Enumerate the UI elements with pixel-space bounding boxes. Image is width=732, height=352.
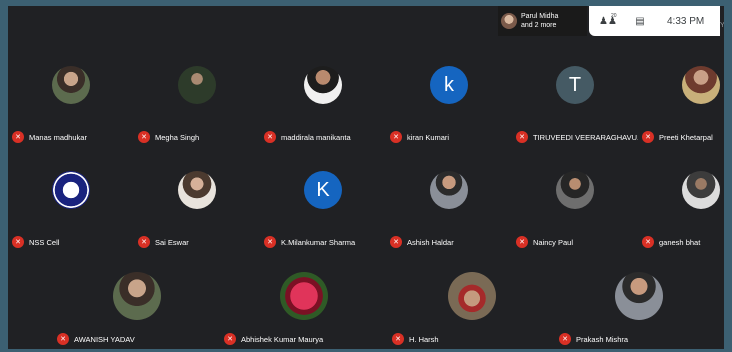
participant-name-row: ✕ Manas madhukar	[12, 131, 87, 143]
participant-name-row: ✕ kiran Kumari	[390, 131, 449, 143]
people-count: 20	[611, 12, 617, 19]
participant-name-row: ✕ NSS Cell	[12, 236, 59, 248]
participant-name-row: ✕ TIRUVEEDI VEERARAGHAVU...	[516, 131, 644, 143]
top-bar: Parul Midha and 2 more ♟♟ 20 ▤ 4:33 PM Y	[498, 6, 724, 40]
participant-name: ganesh bhat	[659, 237, 701, 247]
participant-name: Preeti Khetarpal	[659, 132, 713, 142]
window-frame-left	[0, 0, 8, 352]
mic-off-icon: ✕	[642, 131, 654, 143]
participant-avatar	[430, 171, 468, 209]
participant-avatar	[556, 171, 594, 209]
mic-off-icon: ✕	[264, 131, 276, 143]
mic-off-icon: ✕	[57, 333, 69, 345]
mic-off-icon: ✕	[12, 236, 24, 248]
participant-tile[interactable]: ✕ Preeti Khetarpal	[638, 42, 724, 147]
meeting-grid: Parul Midha and 2 more ♟♟ 20 ▤ 4:33 PM Y…	[8, 6, 724, 349]
participant-avatar	[682, 66, 720, 104]
presenter-chip[interactable]: Parul Midha and 2 more	[498, 6, 587, 36]
participant-avatar	[447, 272, 496, 320]
participant-avatar	[682, 171, 720, 209]
participant-avatar: K	[304, 171, 342, 209]
meeting-controls: ♟♟ 20 ▤ 4:33 PM	[589, 6, 720, 36]
participant-name: Manas madhukar	[29, 132, 87, 142]
participant-name: kiran Kumari	[407, 132, 450, 142]
participant-tile[interactable]: ✕ NSS Cell	[8, 147, 134, 252]
participant-name: Prakash Mishra	[576, 334, 629, 344]
mic-off-icon: ✕	[138, 236, 150, 248]
participant-name-row: ✕ H. Harsh	[392, 333, 439, 345]
participant-avatar	[279, 272, 328, 320]
window-frame-right	[724, 0, 732, 352]
presenter-name: Parul Midha	[521, 13, 559, 20]
participant-avatar	[178, 66, 216, 104]
participant-tile[interactable]: ✕ ganesh bhat	[638, 147, 724, 252]
participant-name: K.Milankumar Sharma	[281, 237, 356, 247]
participant-tile[interactable]: ✕ H. Harsh	[388, 252, 555, 349]
participant-tile[interactable]: ✕ Prakash Mishra	[555, 252, 722, 349]
participant-name: TIRUVEEDI VEERARAGHAVU...	[533, 132, 644, 142]
mic-off-icon: ✕	[138, 131, 150, 143]
participant-name-row: ✕ Megha Singh	[138, 131, 199, 143]
participant-name: Sai Eswar	[155, 237, 189, 247]
participant-name-row: ✕ Naincy Paul	[516, 236, 573, 248]
participant-avatar	[52, 66, 90, 104]
mic-off-icon: ✕	[264, 236, 276, 248]
participant-name: NSS Cell	[29, 237, 60, 247]
participant-name-row: ✕ K.Milankumar Sharma	[264, 236, 355, 248]
participant-avatar	[52, 171, 90, 209]
people-button[interactable]: ♟♟ 20	[595, 12, 621, 27]
participant-avatar	[304, 66, 342, 104]
edge-text: Y	[720, 22, 724, 29]
participant-tile[interactable]: ✕ Naincy Paul	[512, 147, 638, 252]
participant-tile[interactable]: K ✕ K.Milankumar Sharma	[260, 147, 386, 252]
participant-avatar	[112, 272, 161, 320]
participant-name: Naincy Paul	[533, 237, 574, 247]
participant-tile[interactable]: ✕ AWANISH YADAV	[53, 252, 220, 349]
participant-avatar	[178, 171, 216, 209]
participant-name: Megha Singh	[155, 132, 200, 142]
participant-tile[interactable]: ✕ Megha Singh	[134, 42, 260, 147]
participant-avatar	[614, 272, 663, 320]
mic-off-icon: ✕	[559, 333, 571, 345]
participant-tile[interactable]: ✕ Abhishek Kumar Maurya	[220, 252, 387, 349]
clock: 4:33 PM	[667, 15, 705, 27]
mic-off-icon: ✕	[390, 131, 402, 143]
mic-off-icon: ✕	[12, 131, 24, 143]
mic-off-icon: ✕	[516, 131, 528, 143]
mic-off-icon: ✕	[224, 333, 236, 345]
participant-name-row: ✕ maddirala manikanta	[264, 131, 351, 143]
participant-name: maddirala manikanta	[281, 132, 351, 142]
participant-name: Abhishek Kumar Maurya	[241, 334, 324, 344]
participant-name: H. Harsh	[409, 334, 439, 344]
participant-name: AWANISH YADAV	[74, 334, 135, 344]
participant-tile[interactable]: ✕ Ashish Haldar	[386, 147, 512, 252]
chat-button[interactable]: ▤	[629, 16, 651, 27]
mic-off-icon: ✕	[516, 236, 528, 248]
participant-name-row: ✕ Ashish Haldar	[390, 236, 454, 248]
participant-tile[interactable]: ✕ Sai Eswar	[134, 147, 260, 252]
mic-off-icon: ✕	[390, 236, 402, 248]
participant-name-row: ✕ AWANISH YADAV	[57, 333, 135, 345]
participant-name-row: ✕ Prakash Mishra	[559, 333, 628, 345]
presenter-avatar	[501, 13, 517, 29]
participant-tile[interactable]: ✕ Manas madhukar	[8, 42, 134, 147]
presenter-more: and 2 more	[521, 22, 557, 29]
participant-name-row: ✕ Abhishek Kumar Maurya	[224, 333, 323, 345]
participant-avatar: T	[556, 66, 594, 104]
participant-tile[interactable]: k ✕ kiran Kumari	[386, 42, 512, 147]
participant-name-row: ✕ Sai Eswar	[138, 236, 189, 248]
chat-icon: ▤	[635, 15, 645, 27]
participant-avatar: k	[430, 66, 468, 104]
participant-name-row: ✕ Preeti Khetarpal	[642, 131, 713, 143]
mic-off-icon: ✕	[642, 236, 654, 248]
participant-name-row: ✕ ganesh bhat	[642, 236, 700, 248]
participant-tile[interactable]: ✕ maddirala manikanta	[260, 42, 386, 147]
mic-off-icon: ✕	[392, 333, 404, 345]
participant-name: Ashish Haldar	[407, 237, 454, 247]
participant-tile[interactable]: T ✕ TIRUVEEDI VEERARAGHAVU...	[512, 42, 643, 147]
